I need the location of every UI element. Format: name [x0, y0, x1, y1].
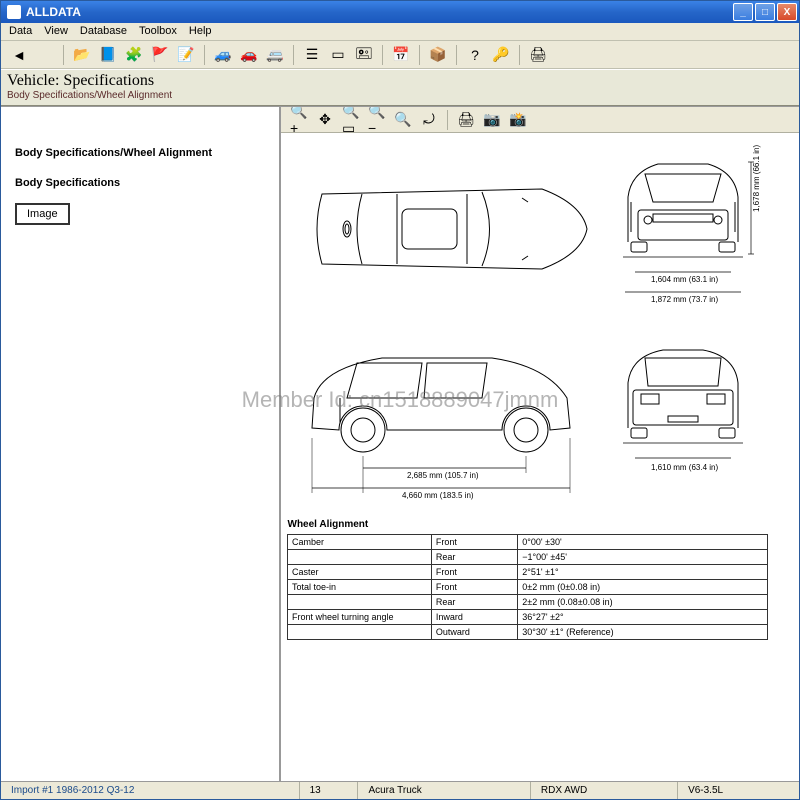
status-make: Acura Truck	[358, 782, 530, 799]
image-button[interactable]: Image	[15, 203, 70, 225]
viewer-print-icon[interactable]: 🖨	[456, 110, 476, 130]
dim-front-track: 1,604 mm (63.1 in)	[651, 275, 718, 284]
list-icon[interactable]: ☰	[302, 45, 322, 65]
close-button[interactable]: X	[777, 3, 797, 21]
pan-icon[interactable]: ✥	[315, 110, 335, 130]
dim-wheelbase: 2,685 mm (105.7 in)	[407, 471, 479, 480]
table-row: Rear2±2 mm (0.08±0.08 in)	[288, 595, 768, 610]
status-engine: V6-3.5L	[678, 782, 799, 799]
maximize-button[interactable]: □	[755, 3, 775, 21]
forward-icon[interactable]	[35, 45, 55, 65]
reset-icon[interactable]: ⤾	[419, 110, 439, 130]
menu-data[interactable]: Data	[9, 25, 32, 38]
viewer-toolbar: 🔍+ ✥ 🔍▭ 🔍− 🔍 ⤾ 🖨 📷 📸	[281, 107, 799, 133]
menu-database[interactable]: Database	[80, 25, 127, 38]
note-icon[interactable]: 📝	[176, 45, 196, 65]
dim-length: 4,660 mm (183.5 in)	[402, 491, 474, 500]
titlebar: ALLDATA _ □ X	[1, 1, 799, 23]
main-toolbar: ◄ 📂 📘 🧩 🚩 📝 🚙 🚗 🚐 ☰ ▭ 🖭 📅 📦 ? 🔑 🖨	[1, 41, 799, 69]
calendar-icon[interactable]: 📅	[391, 45, 411, 65]
zoom-icon[interactable]: 🔍	[393, 110, 413, 130]
table-row: CasterFront2°51' ±1°	[288, 565, 768, 580]
table-row: Rear−1°00' ±45'	[288, 550, 768, 565]
right-pane: 🔍+ ✥ 🔍▭ 🔍− 🔍 ⤾ 🖨 📷 📸	[281, 107, 799, 781]
app-icon	[7, 5, 21, 19]
flag-icon[interactable]: 🚩	[150, 45, 170, 65]
zoom-in-icon[interactable]: 🔍+	[289, 110, 309, 130]
left-pane: Body Specifications/Wheel Alignment Body…	[1, 107, 281, 781]
zoom-fit-icon[interactable]: 🔍▭	[341, 110, 361, 130]
menu-help[interactable]: Help	[189, 25, 212, 38]
menu-toolbox[interactable]: Toolbox	[139, 25, 177, 38]
table-row: Total toe-inFront0±2 mm (0±0.08 in)	[288, 580, 768, 595]
wheel-alignment-table: Wheel Alignment CamberFront0°00' ±30'Rea…	[287, 517, 768, 640]
page-title: Vehicle: Specifications	[7, 72, 793, 90]
menu-view[interactable]: View	[44, 25, 68, 38]
media-icon[interactable]: 🖭	[354, 45, 374, 65]
tree-icon[interactable]: 🧩	[124, 45, 144, 65]
window-controls: _ □ X	[733, 3, 797, 21]
diagram-viewer[interactable]: 1,678 mm (66.1 in) 1,604 mm (63.1 in) 1,…	[281, 133, 799, 781]
camera-icon[interactable]: 📷	[482, 110, 502, 130]
breadcrumb: Body Specifications/Wheel Alignment	[7, 90, 793, 101]
card-icon[interactable]: ▭	[328, 45, 348, 65]
vehicle-top-view	[287, 139, 597, 319]
open-icon[interactable]: 📂	[72, 45, 92, 65]
dim-height: 1,678 mm (66.1 in)	[752, 144, 761, 211]
dim-front-width: 1,872 mm (73.7 in)	[651, 295, 718, 304]
vehicle-rear-view: 1,610 mm (63.4 in)	[603, 325, 763, 505]
minimize-button[interactable]: _	[733, 3, 753, 21]
table-row: CamberFront0°00' ±30'	[288, 535, 768, 550]
back-icon[interactable]: ◄	[9, 45, 29, 65]
table-row: Outward30°30' ±1° (Reference)	[288, 625, 768, 640]
key-icon[interactable]: 🔑	[491, 45, 511, 65]
section-path: Body Specifications/Wheel Alignment	[15, 147, 269, 159]
print-icon[interactable]: 🖨	[528, 45, 548, 65]
table-heading: Wheel Alignment	[288, 517, 768, 535]
status-dataset: Import #1 1986-2012 Q3-12	[1, 782, 300, 799]
help-icon[interactable]: ?	[465, 45, 485, 65]
car-green-icon[interactable]: 🚐	[265, 45, 285, 65]
menubar: Data View Database Toolbox Help	[1, 23, 799, 41]
window-title: ALLDATA	[26, 5, 81, 19]
dim-rear-track: 1,610 mm (63.4 in)	[651, 463, 718, 472]
status-year: 13	[300, 782, 359, 799]
section-heading: Body Specifications	[15, 177, 269, 189]
book-icon[interactable]: 📘	[98, 45, 118, 65]
header-strip: Vehicle: Specifications Body Specificati…	[1, 69, 799, 106]
status-model: RDX AWD	[531, 782, 678, 799]
package-icon[interactable]: 📦	[428, 45, 448, 65]
vehicle-side-view: 2,685 mm (105.7 in) 4,660 mm (183.5 in)	[287, 325, 597, 505]
table-row: Front wheel turning angleInward36°27' ±2…	[288, 610, 768, 625]
car-blue-icon[interactable]: 🚙	[213, 45, 233, 65]
zoom-out-icon[interactable]: 🔍−	[367, 110, 387, 130]
vehicle-front-view: 1,678 mm (66.1 in) 1,604 mm (63.1 in) 1,…	[603, 139, 763, 319]
car-red-icon[interactable]: 🚗	[239, 45, 259, 65]
camera2-icon[interactable]: 📸	[508, 110, 528, 130]
statusbar: Import #1 1986-2012 Q3-12 13 Acura Truck…	[1, 781, 799, 799]
